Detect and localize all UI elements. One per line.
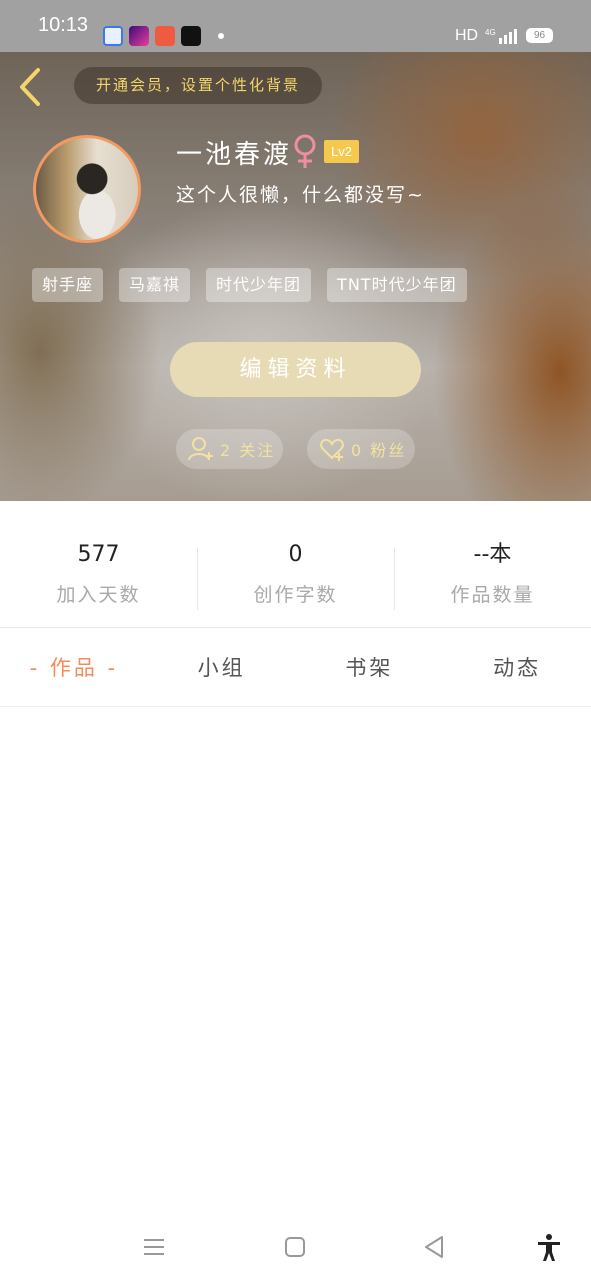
username: 一池春渡 [176, 140, 293, 170]
notification-app-icon [129, 26, 149, 46]
fans-label: 0 粉丝 [351, 441, 407, 460]
status-time: 10:13 [38, 14, 89, 36]
stat-word-count: 0 创作字数 [197, 540, 394, 618]
status-app-icons [103, 26, 201, 46]
edit-profile-button[interactable]: 编辑资料 [170, 342, 421, 397]
profile-header: 开通会员，设置个性化背景 一池春渡 Lv2 这个人很懒，什么都没写~ 射手座 马… [0, 52, 591, 501]
profile-tags: 射手座 马嘉祺 时代少年团 TNT时代少年团 [32, 268, 467, 302]
tab-bookshelf[interactable]: 书架 [296, 640, 444, 696]
following-button[interactable]: 2 关注 [176, 429, 283, 469]
stat-value: 577 [77, 542, 120, 567]
profile-tag: 马嘉祺 [119, 268, 191, 302]
notification-app-icon [181, 26, 201, 46]
divider [0, 706, 591, 707]
tab-content-area [0, 708, 591, 1216]
tab-groups[interactable]: 小组 [148, 640, 296, 696]
stat-works-count: --本 作品数量 [394, 540, 591, 618]
profile-tag: 射手座 [32, 268, 104, 302]
following-label: 2 关注 [220, 441, 276, 460]
profile-tag: 时代少年团 [206, 268, 312, 302]
menu-icon[interactable] [139, 1232, 169, 1262]
female-icon [294, 134, 316, 168]
tab-activity[interactable]: 动态 [443, 640, 591, 696]
svg-text:4G: 4G [485, 28, 496, 37]
profile-stats: 577 加入天数 0 创作字数 --本 作品数量 [0, 540, 591, 618]
network-label: HD [455, 27, 479, 44]
vip-background-prompt[interactable]: 开通会员，设置个性化背景 [74, 67, 322, 104]
divider [0, 627, 591, 628]
fans-button[interactable]: 0 粉丝 [307, 429, 415, 469]
stat-label: 加入天数 [56, 584, 141, 606]
stat-value: --本 [473, 542, 512, 567]
notification-app-icon [103, 26, 123, 46]
profile-tabs: - 作品 - 小组 书架 动态 [0, 640, 591, 696]
status-bar: 10:13 HD 4G 96 [0, 0, 591, 52]
tab-works[interactable]: - 作品 - [0, 640, 148, 696]
signal-icon: 4G [485, 28, 517, 44]
stat-join-days: 577 加入天数 [0, 540, 197, 618]
bio-text: 这个人很懒，什么都没写~ [176, 184, 425, 206]
notification-app-icon [155, 26, 175, 46]
level-badge: Lv2 [324, 140, 359, 163]
back-icon[interactable] [420, 1232, 450, 1262]
more-notifications-dot [218, 33, 224, 39]
add-user-icon [188, 437, 213, 461]
avatar[interactable] [33, 135, 141, 243]
stat-label: 创作字数 [253, 584, 338, 606]
stat-value: 0 [288, 542, 303, 567]
heart-icon [320, 438, 344, 461]
back-arrow-icon[interactable] [14, 66, 48, 108]
stat-label: 作品数量 [450, 584, 535, 606]
profile-tag: TNT时代少年团 [327, 268, 467, 302]
system-nav-bar [0, 1216, 591, 1280]
home-icon[interactable] [280, 1232, 310, 1262]
battery-icon: 96 [526, 28, 553, 43]
accessibility-icon[interactable] [534, 1232, 564, 1262]
